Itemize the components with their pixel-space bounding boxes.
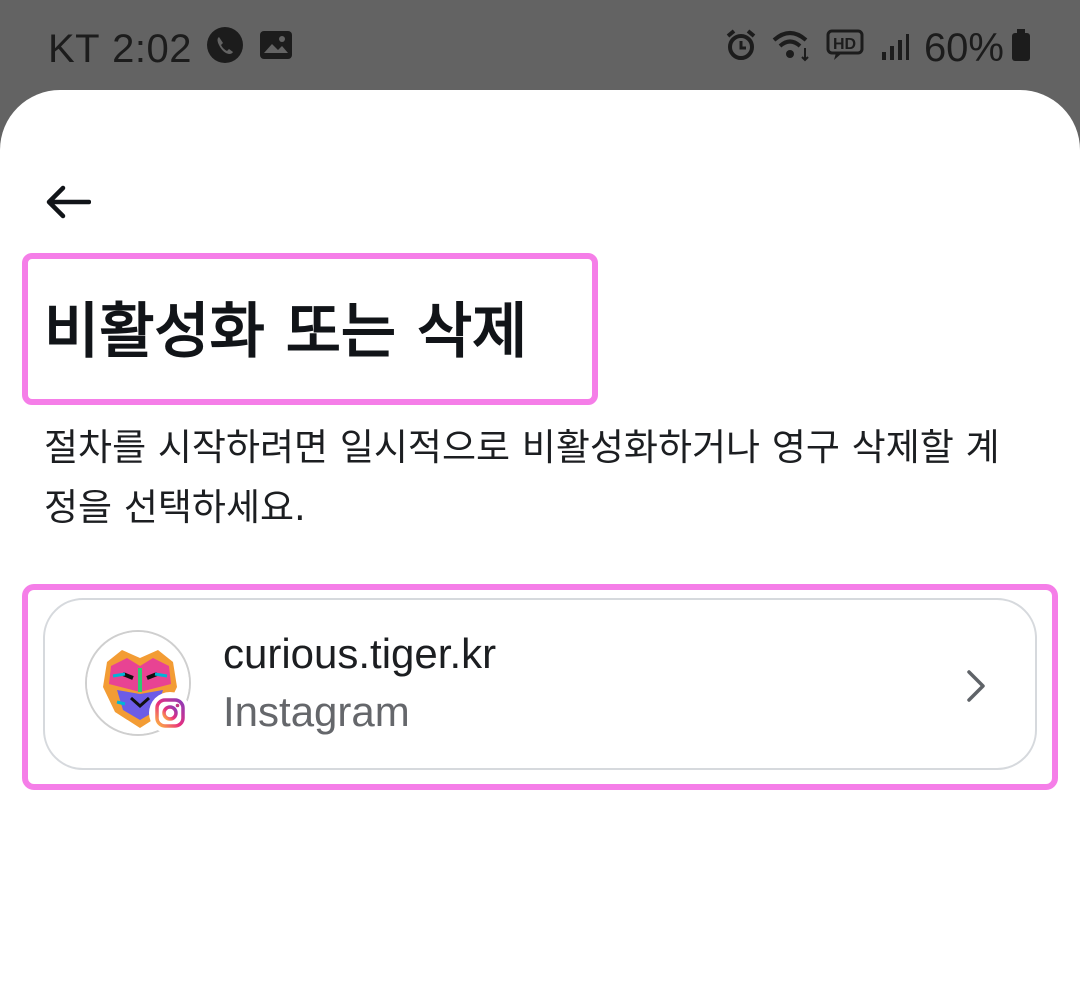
instagram-icon (149, 692, 191, 734)
svg-text:HD: HD (833, 36, 856, 53)
account-platform: Instagram (223, 688, 410, 735)
back-arrow-icon (46, 185, 91, 219)
account-item-curious-tiger[interactable]: curious.tiger.kr Instagram (43, 598, 1037, 770)
wifi-icon (772, 27, 812, 71)
hd-voice-icon: HD (826, 27, 866, 71)
alarm-icon (724, 27, 758, 71)
carrier-label: KT (48, 27, 101, 71)
chevron-right-icon (967, 670, 985, 702)
page-description: 절차를 시작하려면 일시적으로 비활성화하거나 영구 삭제할 계정을 선택하세요… (44, 426, 1000, 529)
battery-icon (1010, 27, 1032, 71)
call-icon (206, 26, 244, 73)
status-bar: KT 2:02 HD 60% (0, 0, 1080, 96)
clock: 2:02 (112, 27, 192, 71)
page-title: 비활성화 또는 삭제 (44, 297, 528, 367)
status-left: KT 2:02 (48, 26, 294, 73)
back-button[interactable] (38, 178, 98, 226)
gallery-icon (258, 27, 294, 72)
signal-icon (880, 27, 910, 71)
account-sheet: 비활성화 또는 삭제 절차를 시작하려면 일시적으로 비활성화하거나 영구 삭제… (0, 90, 1080, 990)
status-right: HD 60% (724, 26, 1032, 71)
battery-percent: 60% (923, 26, 1004, 70)
account-username: curious.tiger.kr (223, 630, 497, 677)
